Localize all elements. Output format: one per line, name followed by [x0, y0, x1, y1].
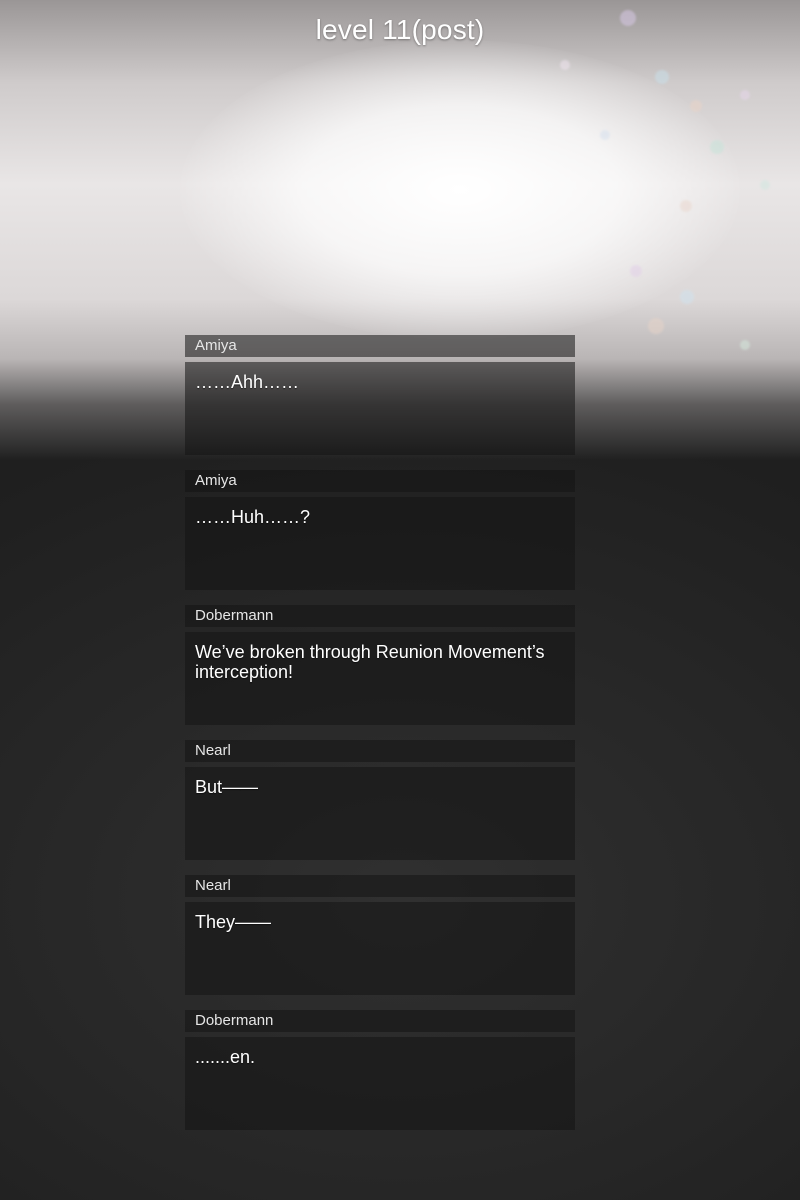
speaker-name: Dobermann	[185, 605, 575, 627]
sparkle	[740, 340, 750, 350]
dialogue-entry: Dobermann .......en.	[185, 1010, 575, 1130]
dialogue-text: We’ve broken through Reunion Movement’s …	[185, 632, 575, 725]
dialogue-entry: Nearl But——	[185, 740, 575, 860]
sparkle	[655, 70, 669, 84]
dialogue-text: But——	[185, 767, 575, 860]
sparkle	[690, 100, 702, 112]
sparkle	[760, 180, 770, 190]
light-glow	[180, 40, 740, 340]
speaker-name: Dobermann	[185, 1010, 575, 1032]
sparkle	[680, 290, 694, 304]
sparkle	[740, 90, 750, 100]
speaker-name: Nearl	[185, 740, 575, 762]
speaker-name: Amiya	[185, 470, 575, 492]
dialogue-entry: Nearl They——	[185, 875, 575, 995]
sparkle	[648, 318, 664, 334]
speaker-name: Amiya	[185, 335, 575, 357]
dialogue-entry: Dobermann We’ve broken through Reunion M…	[185, 605, 575, 725]
sparkle	[560, 60, 570, 70]
sparkle	[710, 140, 724, 154]
dialogue-log[interactable]: Amiya ……Ahh…… Amiya ……Huh……? Dobermann W…	[185, 335, 575, 1145]
sparkle	[600, 130, 610, 140]
page-title: level 11(post)	[315, 14, 485, 45]
sparkle	[630, 265, 642, 277]
dialogue-text: .......en.	[185, 1037, 575, 1130]
dialogue-text: ……Ahh……	[185, 362, 575, 455]
dialogue-entry: Amiya ……Ahh……	[185, 335, 575, 455]
dialogue-text: ……Huh……?	[185, 497, 575, 590]
dialogue-entry: Amiya ……Huh……?	[185, 470, 575, 590]
speaker-name: Nearl	[185, 875, 575, 897]
dialogue-text: They——	[185, 902, 575, 995]
sparkle	[680, 200, 692, 212]
